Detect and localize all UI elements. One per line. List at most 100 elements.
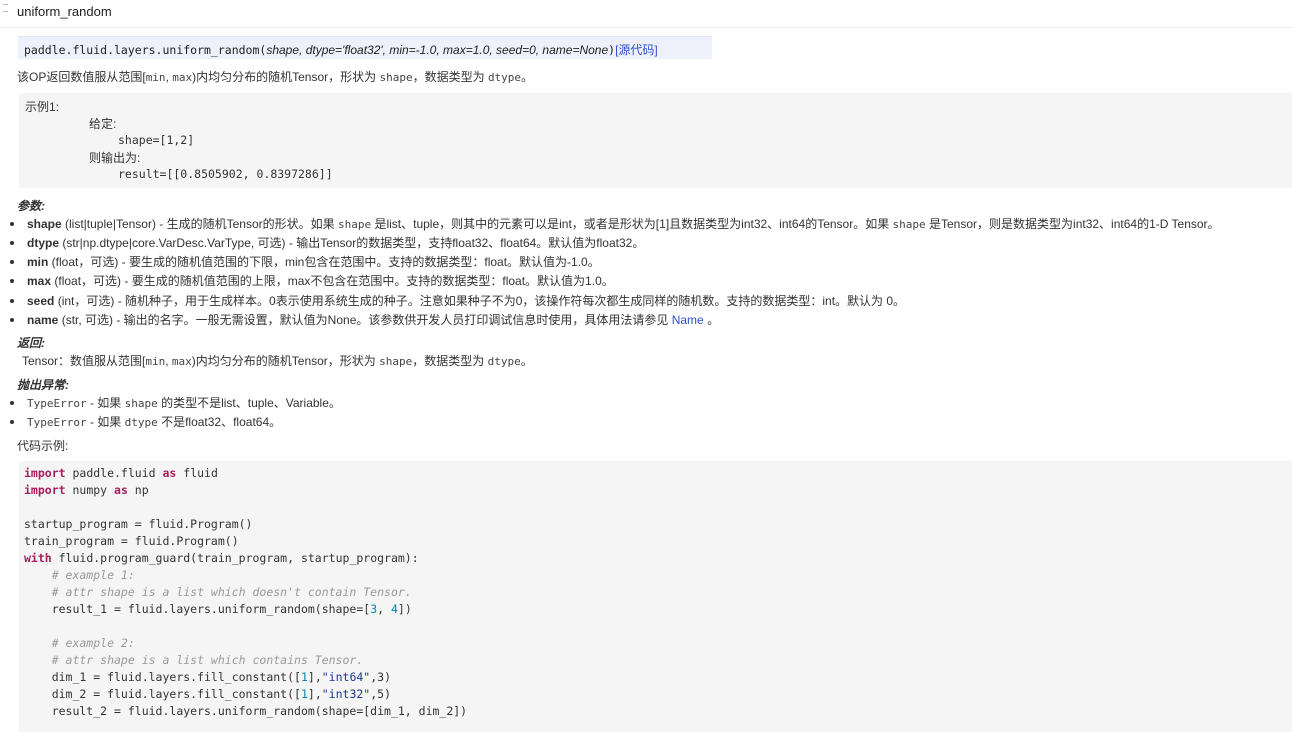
code-keyword: as <box>114 483 128 497</box>
code-text: numpy <box>65 483 115 497</box>
param-item: min (float，可选) - 要生成的随机值范围的下限，min包含在范围中。… <box>10 253 600 270</box>
inline-code: max <box>171 355 192 368</box>
inline-code: dtype <box>124 416 158 429</box>
example-line: 则输出为: <box>89 151 141 165</box>
edge-marker-icon <box>3 4 8 12</box>
example-line: result=[[0.8505902, 0.8397286]] <box>118 167 333 181</box>
code-text: fluid <box>176 466 218 480</box>
returns-desc: )内均匀分布的随机Tensor，形状为 <box>191 354 380 368</box>
returns-desc: Tensor：数值服从范围[ <box>22 354 146 368</box>
inline-code: max <box>172 71 193 84</box>
param-name: min <box>27 255 49 269</box>
code-number: 1 <box>300 687 308 701</box>
param-item: name (str, 可选) - 输出的名字。一般无需设置，默认值为None。该… <box>9 311 720 328</box>
code-line: with fluid.program_guard(train_program, … <box>24 551 419 565</box>
param-desc: 是list、tuple，则其中的元素可以是int，或者是形状为[1]且数据类型为… <box>371 217 893 231</box>
code-text: , <box>377 602 391 616</box>
description-text: )内均匀分布的随机Tensor，形状为 <box>192 70 380 84</box>
description-text: 。 <box>521 70 534 84</box>
code-text: ], <box>307 670 322 684</box>
description-text: ，数据类型为 <box>412 70 488 84</box>
code-text: paddle.fluid <box>65 466 163 480</box>
code-line: import numpy as np <box>24 483 149 497</box>
code-block: import paddle.fluid as fluid import nump… <box>19 461 1292 732</box>
param-desc: (list|tuple|Tensor) - 生成的随机Tensor的形状。如果 <box>61 217 338 231</box>
raise-desc: - 如果 <box>86 396 125 410</box>
code-number: 1 <box>300 670 308 684</box>
param-desc: 。 <box>703 313 720 327</box>
code-line: result_2 = fluid.layers.uniform_random(s… <box>24 704 468 718</box>
returns-desc: 。 <box>520 354 533 368</box>
raise-item: TypeError - 如果 shape 的类型不是list、tuple、Var… <box>10 394 341 411</box>
raise-desc: 不是float32、float64。 <box>157 415 282 429</box>
code-comment: # example 1: <box>24 568 135 582</box>
code-string: "int64" <box>321 670 371 684</box>
page-title: uniform_random <box>17 4 112 19</box>
param-name: seed <box>27 294 55 308</box>
title-divider <box>0 27 1292 28</box>
param-desc: (str, 可选) - 输出的名字。一般无需设置，默认值为None。该参数供开发… <box>58 313 672 327</box>
params-heading: 参数: <box>17 199 45 213</box>
code-line: dim_1 = fluid.layers.fill_constant([1],"… <box>24 670 391 684</box>
param-desc: (str|np.dtype|core.VarDesc.VarType, 可选) … <box>59 236 645 250</box>
signature-prefix: paddle.fluid.layers.uniform_random( <box>24 43 267 57</box>
description: 该OP返回数值服从范围[min, max)内均匀分布的随机Tensor，形状为 … <box>17 68 533 85</box>
code-text: result_1 = fluid.layers.uniform_random(s… <box>24 602 371 616</box>
returns-desc: , <box>165 354 172 368</box>
code-text: dim_2 = fluid.layers.fill_constant([ <box>24 687 301 701</box>
param-item: dtype (str|np.dtype|core.VarDesc.VarType… <box>9 234 645 251</box>
raises-heading: 抛出异常: <box>17 378 69 392</box>
inline-code: min <box>145 355 166 368</box>
error-type: TypeError <box>27 397 87 410</box>
description-text: 该OP返回数值服从范围[ <box>17 70 146 84</box>
inline-code: dtype <box>487 355 521 368</box>
name-link[interactable]: Name <box>672 313 704 327</box>
param-name: dtype <box>27 236 60 250</box>
example-block: 示例1: 给定: shape=[1,2] 则输出为: result=[[0.85… <box>19 93 1292 188</box>
code-text: ,3) <box>370 670 391 684</box>
example-line: 示例1: <box>25 100 60 114</box>
param-desc: 是Tensor，则是数据类型为int32、int64的1-D Tensor。 <box>925 217 1220 231</box>
code-text: ], <box>307 687 322 701</box>
param-name: shape <box>27 217 62 231</box>
code-text: dim_1 = fluid.layers.fill_constant([ <box>24 670 301 684</box>
inline-code: shape <box>892 218 926 231</box>
returns-text: Tensor：数值服从范围[min, max)内均匀分布的随机Tensor，形状… <box>22 352 533 369</box>
code-example-heading: 代码示例: <box>17 439 69 453</box>
inline-code: shape <box>337 218 372 231</box>
code-text: ,5) <box>370 687 391 701</box>
code-string: "int32" <box>321 687 371 701</box>
code-keyword: import <box>24 483 66 497</box>
inline-code: dtype <box>487 71 522 84</box>
code-keyword: import <box>24 466 66 480</box>
inline-code: shape <box>124 397 158 410</box>
returns-desc: ，数据类型为 <box>412 354 488 368</box>
code-line: startup_program = fluid.Program() <box>24 517 253 531</box>
source-code-link[interactable]: [源代码] <box>615 43 658 57</box>
param-desc: (float，可选) - 要生成的随机值范围的上限，max不包含在范围中。支持的… <box>51 274 614 288</box>
param-item: shape (list|tuple|Tensor) - 生成的随机Tensor的… <box>10 215 1220 232</box>
param-name: name <box>27 313 59 327</box>
returns-heading: 返回: <box>17 336 45 350</box>
api-signature: paddle.fluid.layers.uniform_random(shape… <box>18 36 712 59</box>
raise-desc: - 如果 <box>86 415 125 429</box>
code-text: np <box>127 483 149 497</box>
code-text: fluid.program_guard(train_program, start… <box>51 551 419 565</box>
inline-code: shape <box>379 355 413 368</box>
code-line: result_1 = fluid.layers.uniform_random(s… <box>24 602 412 616</box>
code-line: train_program = fluid.Program() <box>24 534 239 548</box>
inline-code: shape <box>379 71 413 84</box>
code-keyword: with <box>24 551 52 565</box>
signature-args: shape, dtype='float32', min=-1.0, max=1.… <box>266 43 609 57</box>
code-text: ]) <box>397 602 412 616</box>
code-comment: # attr shape is a list which contains Te… <box>24 653 364 667</box>
example-line: shape=[1,2] <box>118 133 195 147</box>
example-line: 给定: <box>89 117 117 131</box>
code-number: 4 <box>390 602 398 616</box>
code-line: dim_2 = fluid.layers.fill_constant([1],"… <box>24 687 391 701</box>
raise-item: TypeError - 如果 dtype 不是float32、float64。 <box>9 413 282 430</box>
param-item: seed (int，可选) - 随机种子，用于生成样本。0表示使用系统生成的种子… <box>9 292 905 309</box>
code-keyword: as <box>162 466 177 480</box>
code-comment: # example 2: <box>24 636 135 650</box>
param-name: max <box>27 274 52 288</box>
